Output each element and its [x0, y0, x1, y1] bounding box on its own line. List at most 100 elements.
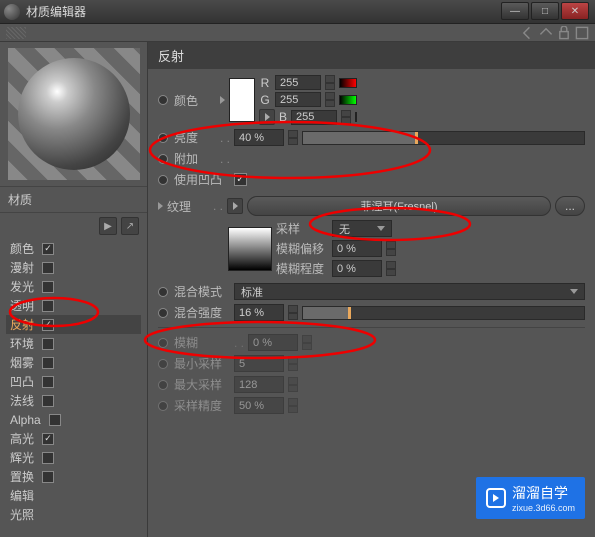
brightness-spinner[interactable] [288, 130, 298, 145]
pick-material-button[interactable]: ↗ [121, 217, 139, 235]
channel-checkbox[interactable] [42, 376, 54, 388]
anim-dot [158, 401, 168, 411]
g-spinner[interactable] [325, 92, 335, 107]
channel-label: 置换 [10, 468, 34, 485]
texture-row: 纹理 . . 菲涅耳(Fresnel) ... [158, 196, 585, 216]
channel-置换[interactable]: 置换 [6, 467, 141, 486]
brightness-row: 亮度 . . 40 % [158, 129, 585, 146]
anim-dot[interactable] [158, 338, 168, 348]
anim-dot [158, 380, 168, 390]
channel-高光[interactable]: 高光 [6, 429, 141, 448]
channel-反射[interactable]: 反射 [6, 315, 141, 334]
texture-button[interactable]: 菲涅耳(Fresnel) [247, 196, 551, 216]
channel-checkbox[interactable] [42, 338, 54, 350]
menu-icon[interactable] [575, 26, 589, 40]
use-bump-row: 使用凹凸 [158, 171, 585, 188]
mix-strength-input[interactable]: 16 % [234, 304, 284, 321]
channel-label: 凹凸 [10, 373, 34, 390]
mix-strength-slider[interactable] [302, 306, 585, 320]
lock-icon[interactable] [557, 26, 571, 40]
blur-scale-input[interactable]: 0 % [332, 260, 382, 277]
channel-编辑[interactable]: 编辑 [6, 486, 141, 505]
channel-checkbox[interactable] [42, 395, 54, 407]
color-picker-button[interactable] [259, 109, 275, 125]
browse-button[interactable]: ... [555, 196, 585, 216]
channel-颜色[interactable]: 颜色 [6, 239, 141, 258]
app-icon [4, 4, 20, 20]
anim-dot[interactable] [158, 308, 168, 318]
channel-label: Alpha [10, 413, 41, 427]
channel-checkbox[interactable] [42, 243, 54, 255]
anim-dot [158, 359, 168, 369]
material-name[interactable]: 材质 [0, 186, 147, 213]
channel-checkbox[interactable] [42, 262, 54, 274]
expand-icon[interactable] [158, 202, 163, 210]
brightness-input[interactable]: 40 % [234, 129, 284, 146]
sample-accuracy-input: 50 % [234, 397, 284, 414]
brightness-slider[interactable] [302, 131, 585, 145]
max-samples-input: 128 [234, 376, 284, 393]
mix-strength-row: 混合强度 16 % [158, 304, 585, 321]
channel-label: 烟雾 [10, 354, 34, 371]
channel-checkbox[interactable] [42, 433, 54, 445]
panel-header: 反射 [148, 42, 595, 69]
anim-dot[interactable] [158, 95, 168, 105]
channel-label: 高光 [10, 430, 34, 447]
channel-checkbox[interactable] [42, 357, 54, 369]
r-input[interactable]: 255 [275, 75, 321, 90]
channel-label: 反射 [10, 316, 34, 333]
channel-label: 法线 [10, 392, 34, 409]
channel-发光[interactable]: 发光 [6, 277, 141, 296]
b-slider[interactable] [355, 112, 357, 122]
channel-checkbox[interactable] [42, 300, 54, 312]
maximize-button[interactable]: □ [531, 2, 559, 20]
channel-label: 环境 [10, 335, 34, 352]
expand-icon[interactable] [220, 96, 225, 104]
g-slider[interactable] [339, 95, 357, 105]
channel-label: 辉光 [10, 449, 34, 466]
material-preview[interactable] [8, 48, 140, 180]
channel-环境[interactable]: 环境 [6, 334, 141, 353]
channel-烟雾[interactable]: 烟雾 [6, 353, 141, 372]
blurriness-input[interactable]: 0 % [248, 334, 298, 351]
anim-dot[interactable] [158, 154, 168, 164]
channel-法线[interactable]: 法线 [6, 391, 141, 410]
r-slider[interactable] [339, 78, 357, 88]
anim-dot[interactable] [158, 133, 168, 143]
channel-checkbox[interactable] [42, 281, 54, 293]
b-input[interactable]: 255 [291, 110, 337, 125]
prev-material-button[interactable]: ▶ [99, 217, 117, 235]
blend-mode-dropdown[interactable]: 标准 [234, 283, 585, 300]
channel-label: 颜色 [10, 240, 34, 257]
blur-offset-input[interactable]: 0 % [332, 240, 382, 257]
channel-checkbox[interactable] [42, 452, 54, 464]
anim-dot[interactable] [158, 287, 168, 297]
channel-光照[interactable]: 光照 [6, 505, 141, 524]
channel-凹凸[interactable]: 凹凸 [6, 372, 141, 391]
use-bump-checkbox[interactable] [234, 173, 247, 186]
r-spinner[interactable] [325, 75, 335, 90]
close-button[interactable]: ✕ [561, 2, 589, 20]
texture-menu-button[interactable] [227, 198, 243, 214]
b-spinner[interactable] [341, 110, 351, 125]
nav-back-icon[interactable] [521, 26, 535, 40]
channel-Alpha[interactable]: Alpha [6, 410, 141, 429]
texture-thumb[interactable] [228, 227, 272, 271]
channel-checkbox[interactable] [42, 319, 54, 331]
channel-checkbox[interactable] [42, 471, 54, 483]
channel-透明[interactable]: 透明 [6, 296, 141, 315]
sampling-dropdown[interactable]: 无 [332, 220, 392, 237]
color-swatch[interactable] [229, 78, 255, 122]
texture-sub-row: 采样 无 模糊偏移 0 % 模糊程度 0 % [228, 220, 585, 277]
channel-漫射[interactable]: 漫射 [6, 258, 141, 277]
anim-dot[interactable] [158, 175, 168, 185]
play-icon [486, 488, 506, 508]
sample-accuracy-row: 采样精度 50 % [158, 397, 585, 414]
window-titlebar: 材质编辑器 — □ ✕ [0, 0, 595, 24]
toolbar-grip[interactable] [6, 27, 26, 39]
nav-up-icon[interactable] [539, 26, 553, 40]
channel-checkbox[interactable] [49, 414, 61, 426]
channel-辉光[interactable]: 辉光 [6, 448, 141, 467]
g-input[interactable]: 255 [275, 92, 321, 107]
minimize-button[interactable]: — [501, 2, 529, 20]
